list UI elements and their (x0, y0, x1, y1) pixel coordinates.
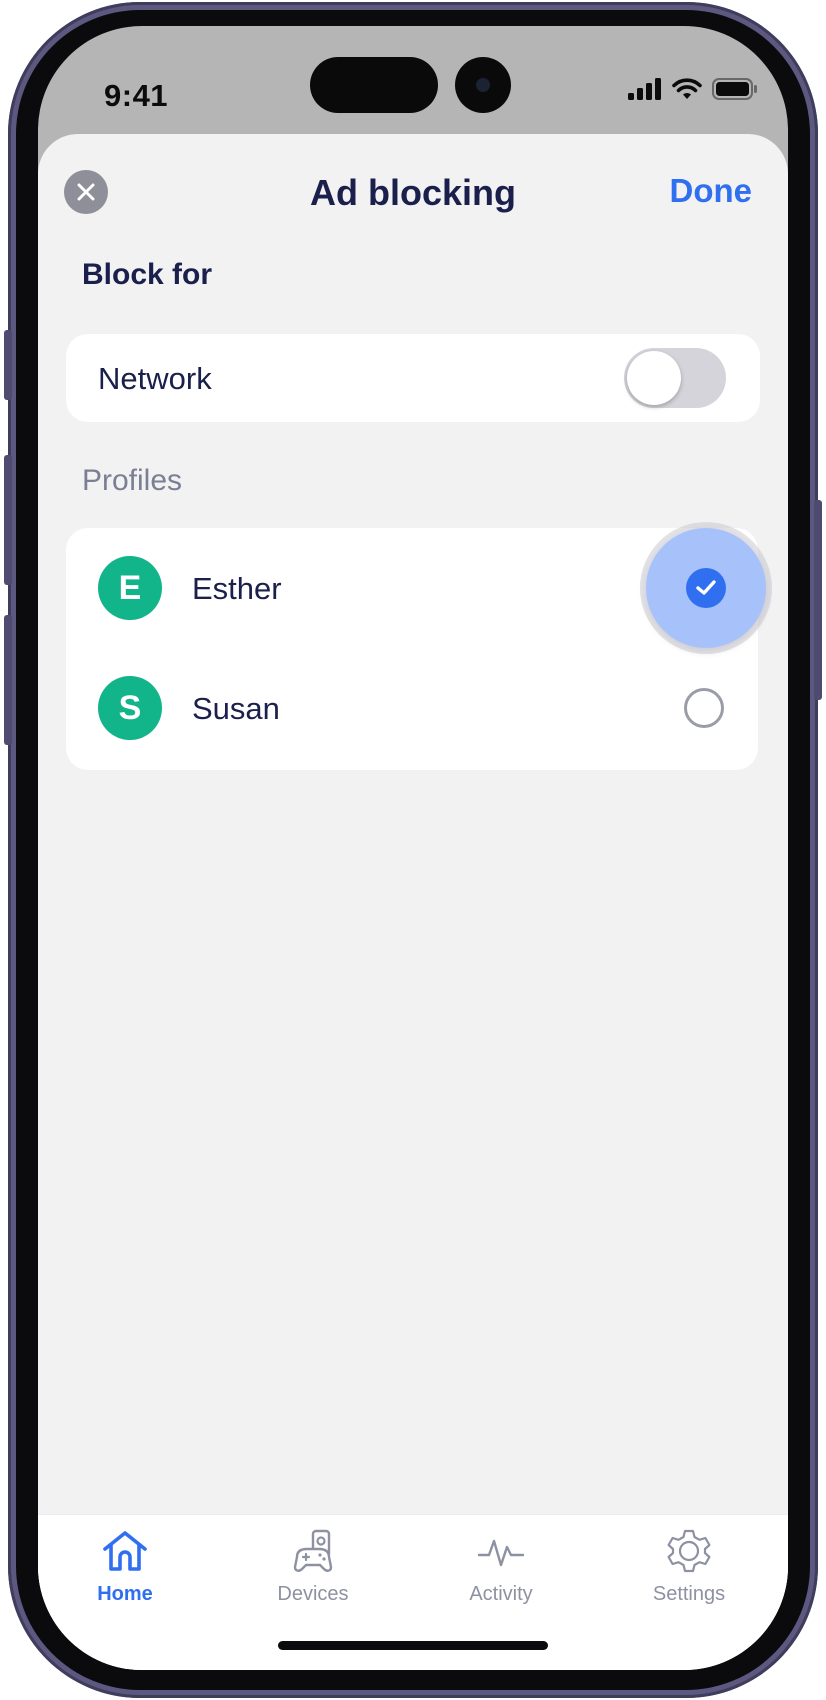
wifi-icon (672, 78, 702, 99)
network-row: Network (66, 334, 760, 422)
devices-icon (293, 1529, 333, 1572)
profile-name: Esther (192, 571, 282, 606)
status-time: 9:41 (104, 78, 169, 113)
cellular-signal-icon (628, 78, 661, 100)
profiles-list: E Esther S Susan (66, 528, 766, 770)
action-button (4, 330, 12, 400)
profile-select-radio-esther[interactable] (646, 528, 766, 648)
ad-blocking-sheet: Ad blocking Done Block for Network Profi… (38, 134, 788, 1670)
avatar: E (98, 556, 162, 620)
done-button[interactable]: Done (670, 172, 753, 210)
tab-bar: Home Devices Activity Settings (38, 1514, 788, 1670)
profile-name: Susan (192, 691, 280, 726)
screen: 9:41 Ad blocking Done Block for Network … (38, 26, 788, 1670)
avatar: S (98, 676, 162, 740)
profile-row-esther[interactable]: E Esther (66, 528, 766, 648)
tab-activity[interactable]: Activity (426, 1527, 576, 1606)
toggle-knob (627, 351, 681, 405)
radio-checked (686, 568, 726, 608)
checkmark-icon (696, 580, 716, 595)
power-button (814, 500, 822, 700)
tab-label: Devices (277, 1583, 349, 1605)
settings-icon (667, 1529, 711, 1573)
volume-down-button (4, 615, 12, 745)
status-icons (628, 78, 758, 100)
tab-label: Settings (652, 1583, 726, 1605)
volume-up-button (4, 455, 12, 585)
home-icon (103, 1531, 147, 1571)
profiles-heading: Profiles (82, 464, 183, 497)
tab-label: Home (97, 1583, 153, 1605)
network-label: Network (98, 361, 212, 396)
dynamic-island (310, 57, 438, 113)
network-toggle[interactable] (624, 348, 726, 408)
home-indicator (278, 1641, 548, 1650)
battery-icon (712, 78, 757, 100)
block-for-heading: Block for (82, 258, 213, 291)
tab-label: Activity (469, 1583, 533, 1605)
front-camera (455, 57, 511, 113)
tab-devices[interactable]: Devices (238, 1527, 388, 1606)
tab-home[interactable]: Home (50, 1527, 200, 1606)
profile-row-susan[interactable]: S Susan (66, 648, 758, 768)
activity-icon (477, 1539, 525, 1567)
tab-settings[interactable]: Settings (614, 1527, 764, 1606)
profile-select-radio-susan[interactable] (684, 688, 724, 728)
